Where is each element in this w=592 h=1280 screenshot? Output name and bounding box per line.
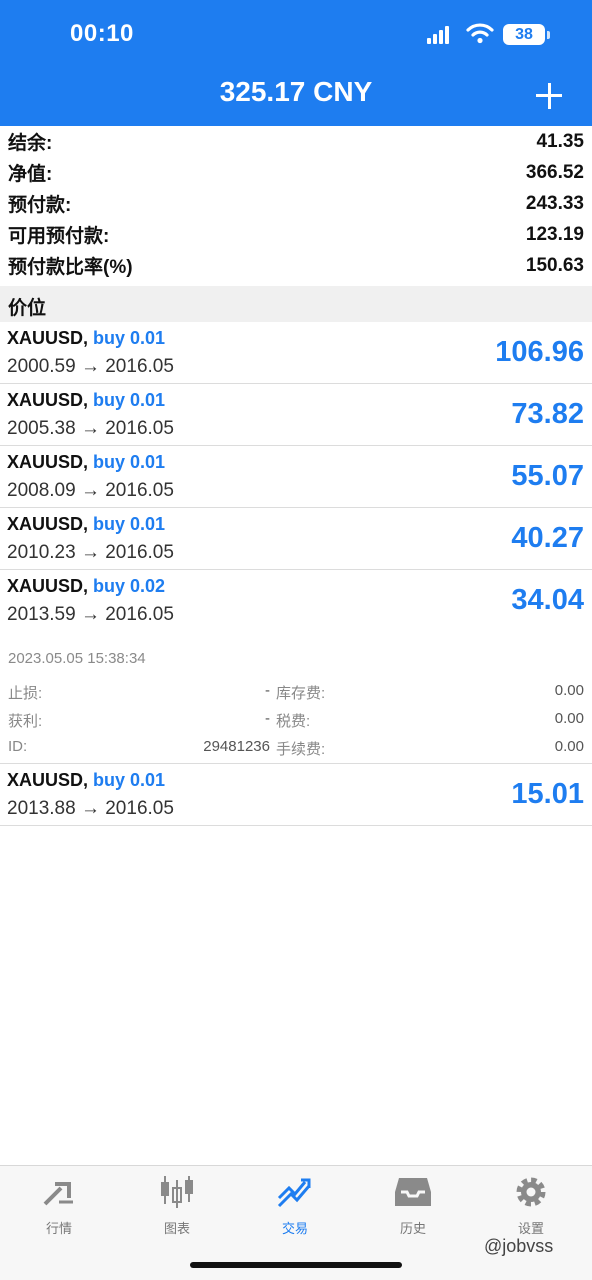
position-profit: 15.01 bbox=[511, 778, 584, 810]
tab-history[interactable]: 历史 bbox=[354, 1174, 472, 1238]
position-profit: 106.96 bbox=[495, 336, 584, 368]
detail-row-take-profit: 获利: - 税费: 0.00 bbox=[8, 710, 584, 734]
position-profit: 73.82 bbox=[511, 398, 584, 430]
quotes-arrows-icon bbox=[43, 1182, 73, 1206]
detail-row-stop-loss: 止损: - 库存费: 0.00 bbox=[8, 682, 584, 706]
summary-value: 41.35 bbox=[536, 130, 584, 152]
summary-row-margin: 预付款: 243.33 bbox=[0, 188, 592, 219]
gear-icon bbox=[516, 1177, 546, 1207]
status-time: 00:10 bbox=[70, 20, 134, 47]
detail-label: 手续费: bbox=[276, 741, 326, 758]
position-symbol: XAUUSD, bbox=[7, 770, 89, 790]
position-prices: 2008.09 → 2016.05 bbox=[7, 480, 174, 501]
detail-value: 0.00 bbox=[554, 682, 584, 699]
detail-label: ID: bbox=[8, 738, 28, 755]
position-symbol: XAUUSD, bbox=[7, 390, 89, 410]
summary-row-free-margin: 可用预付款: 123.19 bbox=[0, 219, 592, 250]
position-direction: buy 0.01 bbox=[93, 514, 166, 534]
position-symbol-line: XAUUSD, buy 0.01 bbox=[7, 514, 165, 535]
summary-label: 预付款比率(%) bbox=[8, 257, 133, 278]
summary-value: 123.19 bbox=[525, 223, 584, 245]
position-prices: 2005.38 → 2016.05 bbox=[7, 418, 174, 439]
tab-settings[interactable]: 设置 bbox=[472, 1174, 590, 1238]
account-balance-title: 325.17 CNY bbox=[219, 76, 373, 107]
position-row[interactable]: XAUUSD, buy 0.01 2013.88 → 2016.05 15.01 bbox=[0, 764, 592, 826]
position-prices: 2010.23 → 2016.05 bbox=[7, 542, 174, 563]
position-symbol: XAUUSD, bbox=[7, 576, 89, 596]
position-row[interactable]: XAUUSD, buy 0.01 2000.59 → 2016.05 106.9… bbox=[0, 322, 592, 384]
cellular-signal-icon bbox=[427, 26, 451, 44]
position-direction: buy 0.01 bbox=[93, 328, 166, 348]
summary-label: 净值: bbox=[8, 164, 53, 185]
position-symbol: XAUUSD, bbox=[7, 514, 89, 534]
position-symbol-line: XAUUSD, buy 0.01 bbox=[7, 770, 165, 791]
tab-label: 行情 bbox=[45, 1221, 72, 1236]
tab-chart[interactable]: 图表 bbox=[118, 1174, 236, 1238]
position-symbol-line: XAUUSD, buy 0.01 bbox=[7, 390, 165, 411]
battery-cap bbox=[547, 31, 550, 39]
detail-value: 29481236 bbox=[203, 738, 270, 755]
wifi-icon bbox=[466, 23, 494, 44]
position-prices: 2013.59 → 2016.05 bbox=[7, 604, 174, 625]
position-profit: 40.27 bbox=[511, 522, 584, 554]
positions-section-title: 价位 bbox=[0, 286, 592, 322]
detail-row-id: ID: 29481236 手续费: 0.00 bbox=[8, 738, 584, 762]
summary-label: 可用预付款: bbox=[8, 226, 110, 247]
position-prices: 2000.59 → 2016.05 bbox=[7, 356, 174, 377]
summary-value: 366.52 bbox=[525, 161, 584, 183]
position-open-time: 2023.05.05 15:38:34 bbox=[8, 650, 146, 667]
position-symbol-line: XAUUSD, buy 0.02 bbox=[7, 576, 165, 597]
position-profit: 34.04 bbox=[511, 584, 584, 616]
tab-label: 设置 bbox=[517, 1221, 544, 1236]
position-symbol-line: XAUUSD, buy 0.01 bbox=[7, 452, 165, 473]
battery-indicator: 38 bbox=[503, 24, 545, 45]
detail-label: 获利: bbox=[8, 713, 43, 730]
detail-value: - bbox=[265, 710, 270, 727]
detail-value: - bbox=[265, 682, 270, 699]
position-row[interactable]: XAUUSD, buy 0.01 2010.23 → 2016.05 40.27 bbox=[0, 508, 592, 570]
tab-label: 交易 bbox=[281, 1221, 308, 1236]
history-inbox-icon bbox=[395, 1178, 431, 1206]
candlestick-chart-icon bbox=[161, 1176, 193, 1208]
position-direction: buy 0.01 bbox=[93, 452, 166, 472]
position-symbol-line: XAUUSD, buy 0.01 bbox=[7, 328, 165, 349]
tab-trade[interactable]: 交易 bbox=[236, 1174, 354, 1238]
watermark: @jobvss bbox=[484, 1236, 554, 1256]
position-row[interactable]: XAUUSD, buy 0.01 2008.09 → 2016.05 55.07 bbox=[0, 446, 592, 508]
position-direction: buy 0.01 bbox=[93, 390, 166, 410]
positions-list: XAUUSD, buy 0.01 2000.59 → 2016.05 106.9… bbox=[0, 322, 592, 826]
tab-label: 图表 bbox=[163, 1221, 190, 1236]
summary-row-balance: 结余: 41.35 bbox=[0, 126, 592, 157]
summary-row-equity: 净值: 366.52 bbox=[0, 157, 592, 188]
summary-value: 243.33 bbox=[525, 192, 584, 214]
summary-value: 150.63 bbox=[525, 254, 584, 276]
detail-label: 税费: bbox=[276, 713, 311, 730]
position-symbol: XAUUSD, bbox=[7, 328, 89, 348]
tab-label: 历史 bbox=[399, 1221, 426, 1236]
position-direction: buy 0.01 bbox=[93, 770, 166, 790]
top-bar: 00:10 38 325.17 CNY bbox=[0, 0, 592, 126]
summary-label: 结余: bbox=[8, 133, 53, 154]
position-profit: 55.07 bbox=[511, 460, 584, 492]
position-row-expanded[interactable]: XAUUSD, buy 0.02 2013.59 → 2016.05 34.04 bbox=[0, 570, 592, 632]
position-direction: buy 0.02 bbox=[93, 576, 166, 596]
summary-label: 预付款: bbox=[8, 195, 72, 216]
summary-row-margin-level: 预付款比率(%) 150.63 bbox=[0, 250, 592, 281]
position-prices: 2013.88 → 2016.05 bbox=[7, 798, 174, 819]
detail-label: 库存费: bbox=[276, 685, 326, 702]
tab-quotes[interactable]: 行情 bbox=[0, 1174, 118, 1238]
trade-trend-icon bbox=[277, 1178, 311, 1208]
detail-value: 0.00 bbox=[554, 710, 584, 727]
position-symbol: XAUUSD, bbox=[7, 452, 89, 472]
detail-value: 0.00 bbox=[554, 738, 584, 755]
detail-label: 止损: bbox=[8, 685, 43, 702]
plus-icon[interactable] bbox=[530, 76, 570, 116]
position-details: 2023.05.05 15:38:34 止损: - 库存费: 0.00 获利: … bbox=[0, 632, 592, 764]
position-row[interactable]: XAUUSD, buy 0.01 2005.38 → 2016.05 73.82 bbox=[0, 384, 592, 446]
home-indicator[interactable] bbox=[190, 1262, 402, 1268]
account-summary: 结余: 41.35 净值: 366.52 预付款: 243.33 可用预付款: … bbox=[0, 126, 592, 281]
